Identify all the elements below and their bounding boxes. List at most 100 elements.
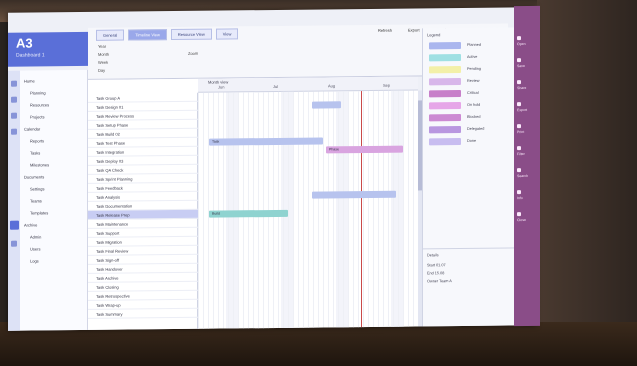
day-gridline: [348, 91, 349, 330]
view-day-control[interactable]: Day: [98, 68, 105, 73]
nav-item[interactable]: Milestones: [30, 162, 49, 167]
refresh-button[interactable]: Refresh: [378, 28, 392, 33]
day-gridline: [203, 92, 204, 331]
ribbon-tab[interactable]: View: [215, 28, 239, 40]
day-gridline: [323, 91, 324, 330]
nav-item[interactable]: Admin: [30, 234, 41, 239]
timeline-icon[interactable]: [10, 220, 19, 230]
side-panel-icon[interactable]: [517, 36, 521, 41]
day-gridline: [393, 90, 394, 329]
legend-swatch: [429, 126, 461, 134]
gantt-bar-label: Build: [212, 211, 220, 216]
nav-item[interactable]: Settings: [30, 186, 44, 191]
view-year-control[interactable]: Year: [98, 44, 106, 49]
legend-swatch: [429, 102, 461, 110]
table-row[interactable]: Task Summary: [88, 308, 198, 319]
detail-line: Details: [427, 253, 439, 258]
nav-item[interactable]: Resources: [30, 102, 49, 107]
side-panel-icon[interactable]: [517, 58, 521, 63]
side-panel-item[interactable]: Share: [517, 86, 526, 90]
gantt-bar[interactable]: [312, 101, 341, 109]
day-gridline: [288, 91, 289, 330]
side-panel-icon[interactable]: [517, 146, 521, 151]
side-panel-item[interactable]: Open: [517, 42, 526, 46]
side-panel-item[interactable]: Close: [517, 218, 526, 222]
ribbon-tab-active[interactable]: Timeline View: [128, 29, 167, 41]
nav-item[interactable]: Tasks: [30, 150, 40, 155]
side-panel-icon[interactable]: [517, 80, 521, 85]
legend-title: Legend: [427, 32, 441, 38]
nav-item[interactable]: Planning: [30, 90, 46, 95]
day-gridline: [343, 91, 344, 330]
side-panel-item[interactable]: Save: [517, 64, 525, 68]
day-gridline: [328, 91, 329, 330]
gantt-bar[interactable]: [209, 209, 288, 218]
legend-label: Pending: [467, 66, 481, 71]
day-gridline: [408, 90, 409, 329]
nav-item[interactable]: Users: [30, 246, 40, 251]
legend-swatch: [429, 54, 461, 62]
side-panel-item[interactable]: Export: [517, 108, 527, 112]
day-gridline: [363, 91, 364, 330]
ribbon-tab[interactable]: Resource View: [170, 28, 212, 41]
day-gridline: [358, 91, 359, 330]
task-name-column: Task Group A Task Design 01 Task Review Pr…: [88, 92, 198, 331]
legend-swatch: [429, 90, 461, 98]
calendar-icon[interactable]: [11, 96, 17, 103]
today-line: [361, 91, 362, 330]
export-button[interactable]: Export: [408, 27, 420, 32]
view-month-control[interactable]: Month: [98, 52, 109, 57]
chart-icon[interactable]: [11, 128, 17, 135]
legend-swatch: [429, 138, 461, 146]
app-subtitle: Dashboard 1: [16, 52, 45, 59]
gantt-bar[interactable]: [312, 190, 396, 199]
month-label: Jun: [218, 84, 225, 90]
day-gridline: [298, 91, 299, 330]
day-gridline: [413, 90, 414, 329]
side-panel: Open Save Share Export Print Filter Search Info…: [514, 5, 540, 327]
room-wall-right: [537, 0, 637, 366]
side-panel-icon[interactable]: [517, 102, 521, 107]
side-panel-icon[interactable]: [517, 124, 521, 129]
day-gridline: [198, 92, 199, 331]
day-gridline: [338, 91, 339, 330]
side-panel-icon[interactable]: [517, 212, 521, 217]
nav-item[interactable]: Templates: [30, 210, 48, 215]
gantt-bar-label: Task: [212, 139, 220, 144]
side-panel-item[interactable]: Info: [517, 196, 523, 200]
detail-line: Start 01.07: [427, 263, 446, 268]
legend-label: Review: [467, 78, 480, 83]
nav-item[interactable]: Logs: [30, 258, 39, 263]
day-gridline: [313, 91, 314, 330]
side-panel-icon[interactable]: [517, 168, 521, 173]
ribbon-tabs: General Timeline View Resource View View: [96, 28, 239, 41]
nav-item[interactable]: Archive: [24, 222, 37, 227]
nav-item[interactable]: Projects: [30, 114, 44, 119]
timeline-area: Month view Jun Jul Aug Sep Task Phase Buil…: [198, 76, 418, 331]
app-brand: A3 Dashboard 1: [8, 31, 88, 67]
side-panel-item[interactable]: Search: [517, 174, 528, 178]
home-icon[interactable]: [11, 80, 17, 87]
side-panel-icon[interactable]: [517, 190, 521, 195]
people-icon[interactable]: [11, 112, 17, 119]
nav-item[interactable]: Reports: [30, 138, 44, 143]
nav-item[interactable]: Documents: [24, 174, 44, 179]
detail-line: Owner Team A: [427, 279, 452, 284]
nav-item[interactable]: Calendar: [24, 126, 40, 131]
gear-icon[interactable]: [11, 240, 17, 247]
gantt-bar[interactable]: [209, 137, 323, 146]
gantt-bar-label: Phase: [329, 147, 339, 152]
nav-item[interactable]: Teams: [30, 198, 42, 203]
side-panel-item[interactable]: Filter: [517, 152, 525, 156]
day-gridline: [383, 90, 384, 329]
gantt-grid: Task Group A Task Design 01 Task Review Pr…: [88, 76, 418, 331]
side-panel-item[interactable]: Print: [517, 130, 524, 134]
legend-label: Done: [467, 138, 477, 143]
view-week-control[interactable]: Week: [98, 60, 108, 65]
legend-label: Delegated: [467, 126, 485, 131]
nav-item[interactable]: Home: [24, 78, 35, 83]
day-gridline: [318, 91, 319, 330]
ribbon-tab[interactable]: General: [96, 29, 125, 41]
zoom-control[interactable]: Zoom: [188, 51, 198, 56]
legend-panel: Legend Planned Active Pending Review Critica…: [422, 27, 521, 329]
